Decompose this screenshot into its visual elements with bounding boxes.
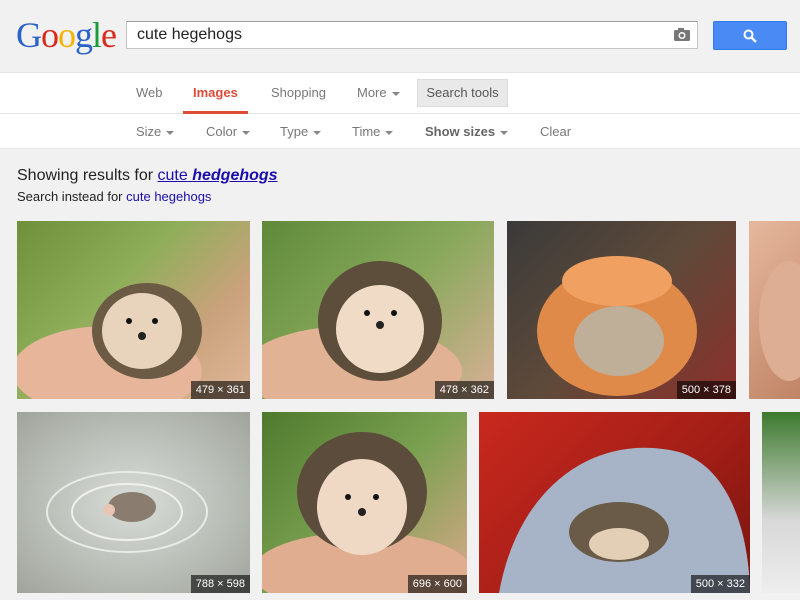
chevron-down-icon: [242, 130, 251, 135]
image-thumbnail[interactable]: 696 × 600: [262, 412, 467, 593]
corrected-query-plain: cute: [157, 167, 188, 184]
tab-more-label: More: [357, 85, 387, 100]
image-thumbnail[interactable]: 479 × 361: [17, 221, 250, 399]
image-dimensions: 500 × 332: [690, 575, 750, 593]
tool-type-label: Type: [280, 124, 309, 139]
image-dimensions: 500 × 378: [676, 381, 736, 399]
corrected-query-link[interactable]: cute hedgehogs: [158, 167, 278, 184]
chevron-down-icon: [391, 91, 400, 96]
image-thumbnail[interactable]: [749, 221, 800, 399]
search-instead-text: Search instead for cute hegehogs: [17, 189, 278, 204]
search-icon: [743, 29, 757, 43]
hedgehog-image: [759, 261, 800, 381]
tool-time[interactable]: Time: [352, 114, 394, 148]
tool-size-label: Size: [136, 124, 162, 139]
tool-size[interactable]: Size: [136, 114, 175, 148]
search-button[interactable]: [713, 21, 787, 50]
instead-prefix: Search instead for: [17, 189, 123, 204]
hedgehog-image: [46, 471, 208, 553]
results-header: Showing results for cute hedgehogs Searc…: [17, 167, 278, 204]
google-logo[interactable]: Google: [16, 15, 117, 55]
chevron-down-icon: [166, 130, 175, 135]
tool-clear[interactable]: Clear: [540, 114, 571, 148]
chevron-down-icon: [385, 130, 394, 135]
image-thumbnail[interactable]: 478 × 362: [262, 221, 494, 399]
image-thumbnail[interactable]: 788 × 598: [17, 412, 250, 593]
chevron-down-icon: [500, 130, 509, 135]
tabs-bar: Web Images Shopping More Search tools: [0, 73, 800, 114]
image-thumbnail[interactable]: 500 × 332: [479, 412, 750, 593]
tool-type[interactable]: Type: [280, 114, 322, 148]
search-tools-button[interactable]: Search tools: [417, 79, 508, 107]
tab-images[interactable]: Images: [183, 73, 248, 114]
hedgehog-image: [17, 283, 202, 399]
tool-time-label: Time: [352, 124, 381, 139]
tab-more[interactable]: More: [357, 73, 400, 113]
image-dimensions: 696 × 600: [407, 575, 467, 593]
hedgehog-image: [537, 256, 697, 396]
camera-icon[interactable]: [673, 27, 691, 43]
tool-show-sizes-label: Show sizes: [425, 124, 496, 139]
tool-color-label: Color: [206, 124, 238, 139]
chevron-down-icon: [313, 130, 322, 135]
image-dimensions: 479 × 361: [190, 381, 250, 399]
tool-color[interactable]: Color: [206, 114, 251, 148]
showing-prefix: Showing results for: [17, 167, 154, 184]
search-box[interactable]: [126, 21, 698, 49]
hedgehog-image: [262, 432, 467, 593]
original-query-link[interactable]: cute hegehogs: [126, 189, 211, 204]
hedgehog-image: [499, 447, 750, 593]
corrected-query-bold: hedgehogs: [192, 167, 278, 184]
image-dimensions: 788 × 598: [190, 575, 250, 593]
hedgehog-image: [262, 261, 462, 399]
image-dimensions: 478 × 362: [434, 381, 494, 399]
tool-show-sizes[interactable]: Show sizes: [425, 114, 509, 148]
search-input[interactable]: [137, 22, 657, 48]
image-thumbnail[interactable]: [762, 412, 800, 593]
image-thumbnail[interactable]: 500 × 378: [507, 221, 736, 399]
header: Google: [0, 0, 800, 73]
tab-shopping[interactable]: Shopping: [271, 73, 326, 113]
showing-results-text: Showing results for cute hedgehogs: [17, 167, 278, 185]
tab-web[interactable]: Web: [136, 73, 163, 113]
search-tools-bar: Size Color Type Time Show sizes Clear: [0, 114, 800, 149]
